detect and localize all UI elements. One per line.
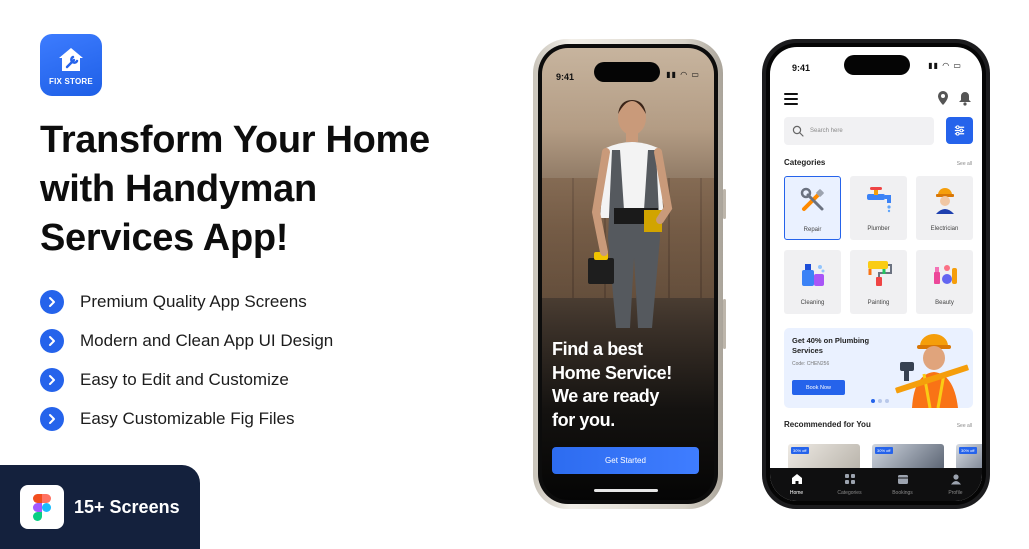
user-icon: [950, 474, 961, 485]
tab-label: Profile: [948, 490, 963, 496]
hamburger-menu-icon[interactable]: [784, 93, 798, 105]
app-logo: FIX STORE: [40, 34, 102, 96]
faucet-icon: [866, 187, 891, 213]
category-beauty[interactable]: Beauty: [916, 250, 973, 314]
logo-text: FIX STORE: [49, 76, 93, 86]
sliders-icon: [954, 125, 965, 136]
book-now-button[interactable]: Book Now: [792, 380, 845, 395]
signal-wifi-battery-icon: ▮▮ ◠ ▭: [666, 70, 700, 79]
calendar-icon: [897, 475, 908, 484]
feature-text: Easy Customizable Fig Files: [80, 408, 295, 428]
promo-title: Get 40% on Plumbing Services: [792, 336, 870, 355]
figma-icon: [20, 485, 64, 529]
onboarding-title-line: We are ready: [552, 386, 659, 406]
category-label: Painting: [867, 300, 890, 306]
headline-line: Transform Your Home: [40, 119, 430, 161]
category-label: Electrician: [930, 226, 959, 232]
headline-line: Services App!: [40, 217, 289, 259]
filter-button[interactable]: [946, 117, 973, 144]
tab-home[interactable]: Home: [777, 473, 817, 496]
screens-badge: 15+ Screens: [0, 465, 200, 549]
wrench-house-icon: [59, 47, 83, 71]
onboarding-title-line: Find a best: [552, 339, 643, 359]
recommended-card[interactable]: 30% off: [872, 444, 944, 470]
category-label: Beauty: [935, 300, 954, 306]
categories-title: Categories: [784, 158, 826, 167]
phone-home: 9:41 ▮▮ ◠ ▭ Search here Categories See a…: [762, 39, 990, 509]
feature-list: Premium Quality App Screens Modern and C…: [40, 282, 333, 438]
discount-badge: 30% off: [875, 447, 893, 454]
category-label: Repair: [803, 227, 822, 233]
search-input[interactable]: Search here: [784, 117, 934, 145]
home-indicator: [594, 489, 658, 492]
chevron-right-icon: [40, 289, 64, 314]
feature-text: Premium Quality App Screens: [80, 291, 307, 311]
feature-text: Easy to Edit and Customize: [80, 369, 289, 389]
tab-categories[interactable]: Categories: [830, 473, 870, 496]
electrician-icon: [935, 188, 954, 214]
recommended-card[interactable]: 30% off: [788, 444, 860, 470]
carousel-dots: [871, 399, 889, 403]
recommended-card[interactable]: 30% off: [956, 444, 982, 470]
dynamic-island: [594, 62, 660, 82]
chevron-right-icon: [40, 328, 64, 353]
tab-label: Home: [789, 490, 804, 496]
dynamic-island: [844, 55, 910, 75]
category-label: Cleaning: [800, 300, 825, 306]
get-started-button[interactable]: Get Started: [552, 447, 699, 474]
grid-icon: [844, 474, 855, 484]
bell-icon[interactable]: [958, 90, 972, 106]
beauty-icon: [933, 265, 957, 284]
feature-item: Easy Customizable Fig Files: [40, 399, 333, 438]
category-plumber[interactable]: Plumber: [850, 176, 907, 240]
handywoman-photo: [588, 100, 673, 328]
phone-onboarding: 9:41 ▮▮ ◠ ▭ Find a best Home Service! We…: [533, 39, 726, 509]
category-label: Plumber: [867, 226, 890, 232]
onboarding-title-line: Home Service!: [552, 362, 672, 383]
status-time: 9:41: [792, 63, 811, 73]
handyman-photo: [895, 334, 969, 408]
tools-icon: [800, 187, 824, 211]
promo-banner[interactable]: Get 40% on Plumbing Services Code: CHEN2…: [784, 328, 973, 408]
tab-bookings[interactable]: Bookings: [883, 473, 923, 496]
tab-label: Bookings: [892, 490, 913, 496]
category-painting[interactable]: Painting: [850, 250, 907, 314]
feature-item: Modern and Clean App UI Design: [40, 321, 333, 360]
chevron-right-icon: [40, 367, 64, 392]
feature-text: Modern and Clean App UI Design: [80, 330, 334, 350]
category-cleaning[interactable]: Cleaning: [784, 250, 841, 314]
discount-badge: 30% off: [791, 447, 809, 454]
side-button: [723, 299, 726, 349]
chevron-right-icon: [40, 406, 64, 431]
category-repair[interactable]: Repair: [784, 176, 841, 240]
discount-badge: 30% off: [959, 447, 977, 454]
category-electrician[interactable]: Electrician: [916, 176, 973, 240]
location-pin-icon[interactable]: [936, 90, 950, 106]
recommended-title: Recommended for You: [784, 420, 871, 429]
search-placeholder: Search here: [810, 128, 843, 134]
tab-label: Categories: [837, 490, 862, 496]
paint-roller-icon: [867, 261, 892, 286]
see-all-link[interactable]: See all: [957, 161, 972, 167]
onboarding-title-line: for you.: [552, 409, 615, 430]
home-icon: [791, 474, 802, 484]
home-screen: 9:41 ▮▮ ◠ ▭ Search here Categories See a…: [770, 47, 982, 501]
signal-wifi-battery-icon: ▮▮ ◠ ▭: [928, 61, 962, 70]
cleaning-icon: [801, 264, 824, 286]
promo-code: Code: CHEN256: [792, 361, 830, 367]
onboarding-title: Find a best Home Service! We are ready f…: [552, 338, 712, 432]
status-time: 9:41: [556, 72, 575, 82]
bottom-tab-bar: Home Categories Bookings Profile: [770, 468, 982, 501]
search-icon: [792, 125, 804, 137]
feature-item: Easy to Edit and Customize: [40, 360, 333, 399]
see-all-link[interactable]: See all: [957, 423, 972, 429]
feature-item: Premium Quality App Screens: [40, 282, 333, 321]
side-button: [723, 189, 726, 219]
headline-line: with Handyman: [40, 168, 317, 210]
screens-label: 15+ Screens: [74, 496, 180, 517]
tab-profile[interactable]: Profile: [936, 473, 976, 496]
headline: Transform Your Home with Handyman Servic…: [40, 116, 510, 263]
onboarding-screen: 9:41 ▮▮ ◠ ▭ Find a best Home Service! We…: [542, 48, 714, 500]
